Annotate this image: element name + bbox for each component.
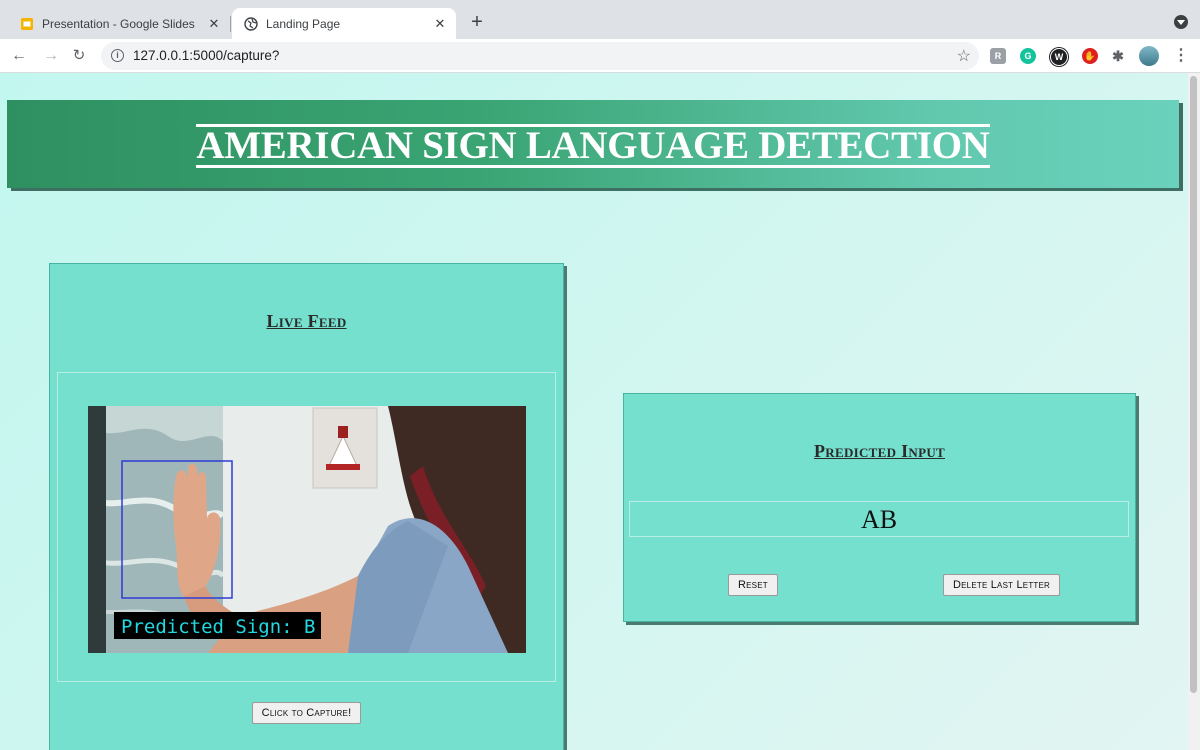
webcam-feed: Predicted Sign: B xyxy=(88,406,526,653)
capture-button[interactable]: Click to Capture! xyxy=(251,702,362,724)
globe-icon xyxy=(244,16,258,31)
live-feed-card: Live Feed Predicted Sign: B Click to Cap… xyxy=(49,263,564,750)
predicted-input-title: Predicted Input xyxy=(813,441,945,461)
delete-last-letter-button[interactable]: Delete Last Letter xyxy=(943,574,1061,596)
puzzle-icon[interactable]: ✱ xyxy=(1110,48,1126,64)
scrollbar[interactable] xyxy=(1188,73,1200,750)
reset-button[interactable]: Reset xyxy=(728,574,778,596)
w-icon[interactable]: W xyxy=(1050,48,1068,66)
webcam-image: Predicted Sign: B xyxy=(88,406,526,653)
close-icon[interactable]: ✕ xyxy=(206,16,222,32)
capture-button-row: Click to Capture! xyxy=(50,702,563,724)
tab-google-slides[interactable]: Presentation - Google Slides ✕ xyxy=(8,8,230,39)
tab-title: Landing Page xyxy=(266,16,341,31)
page-banner: AMERICAN SIGN LANGUAGE DETECTION xyxy=(7,100,1179,188)
back-button[interactable]: ← xyxy=(8,45,30,67)
live-feed-title: Live Feed xyxy=(266,311,347,331)
browser-toolbar: ← → ↻ i 127.0.0.1:5000/capture? ☆ R G W … xyxy=(0,39,1200,73)
info-icon[interactable]: i xyxy=(111,49,124,62)
forward-button[interactable]: → xyxy=(40,45,62,67)
avatar[interactable] xyxy=(1139,46,1159,66)
close-icon[interactable]: ✕ xyxy=(432,16,448,32)
tab-title: Presentation - Google Slides xyxy=(42,16,195,31)
predicted-input-card: Predicted Input AB Reset Delete Last Let… xyxy=(623,393,1136,622)
page-viewport: AMERICAN SIGN LANGUAGE DETECTION Live Fe… xyxy=(0,73,1188,750)
kebab-menu-icon[interactable]: ⋮ xyxy=(1170,45,1192,67)
custom-icon[interactable]: R xyxy=(990,48,1006,64)
predicted-text-output: AB xyxy=(629,501,1129,537)
stop-hand-icon[interactable]: ✋ xyxy=(1082,48,1098,64)
grammarly-icon[interactable]: G xyxy=(1020,48,1036,64)
new-tab-button[interactable]: + xyxy=(466,10,488,34)
page-title: AMERICAN SIGN LANGUAGE DETECTION xyxy=(196,124,990,168)
url-text[interactable]: 127.0.0.1:5000/capture? xyxy=(133,48,279,63)
reload-button[interactable]: ↻ xyxy=(68,45,90,67)
tab-strip: Presentation - Google Slides ✕ Landing P… xyxy=(0,0,1200,39)
tab-search-icon[interactable] xyxy=(1174,15,1188,29)
video-frame: Predicted Sign: B xyxy=(57,372,556,682)
bookmark-star-icon[interactable]: ☆ xyxy=(957,46,971,66)
address-bar[interactable]: i 127.0.0.1:5000/capture? ☆ xyxy=(101,42,979,70)
scrollbar-thumb[interactable] xyxy=(1190,76,1197,693)
video-overlay-text: Predicted Sign: B xyxy=(121,616,315,638)
google-slides-icon xyxy=(21,17,33,30)
tab-landing-page[interactable]: Landing Page ✕ xyxy=(232,8,456,39)
tab-divider xyxy=(230,16,231,32)
